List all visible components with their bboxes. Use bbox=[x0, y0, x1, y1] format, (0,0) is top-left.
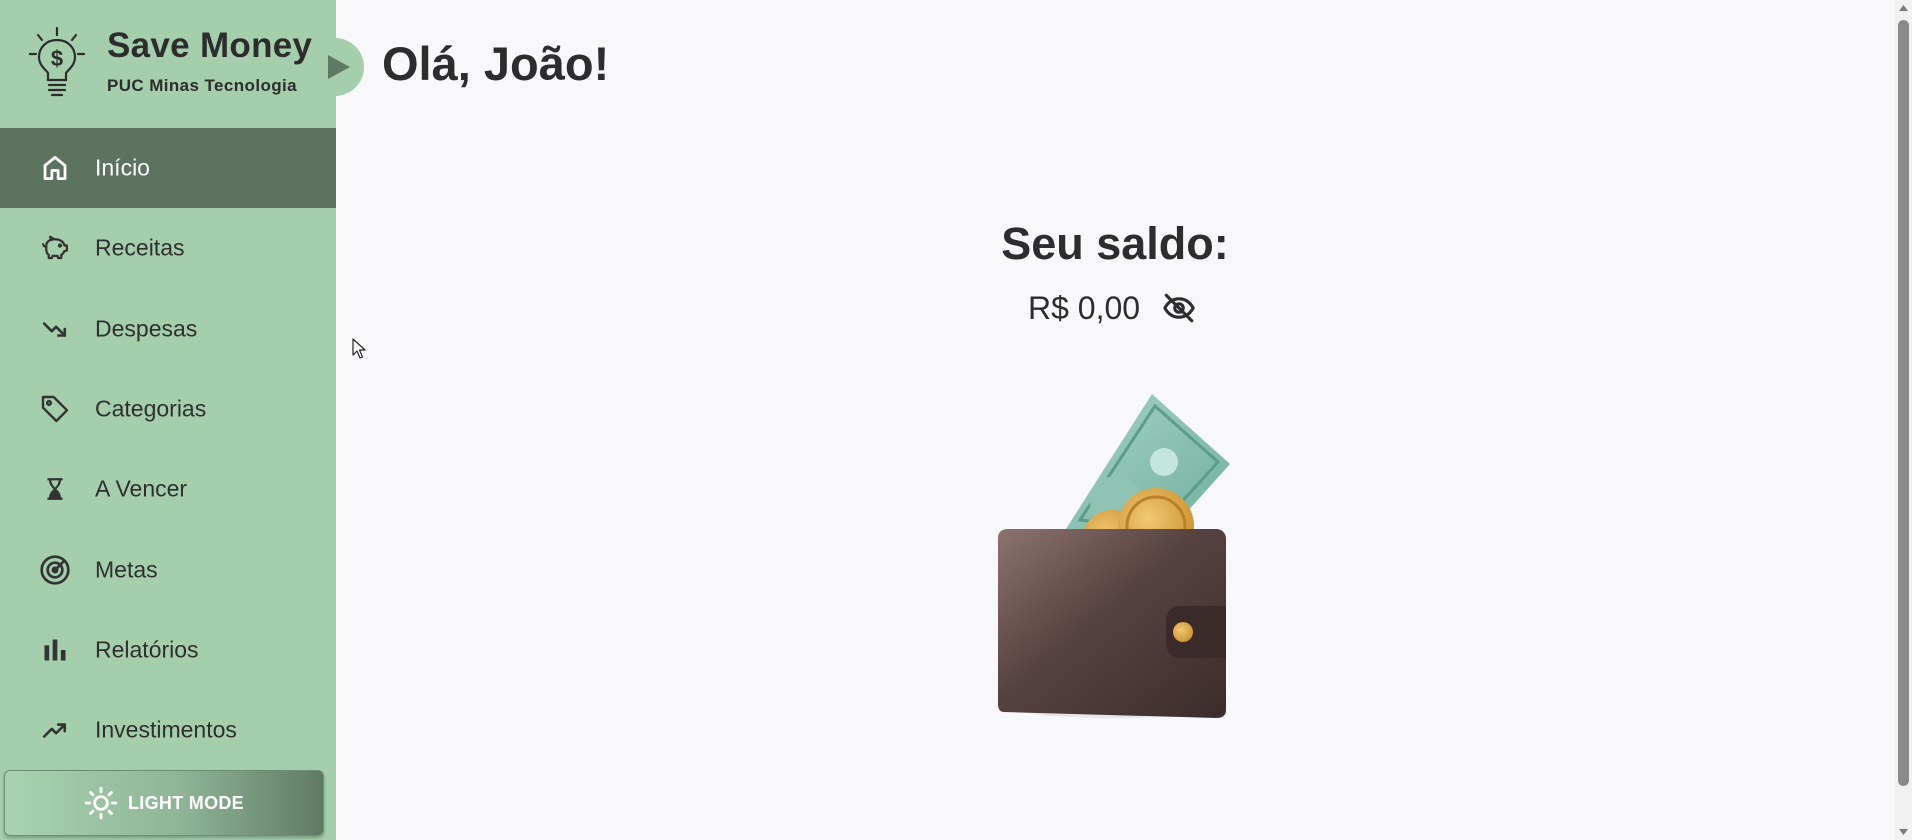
bar-chart-icon bbox=[38, 633, 72, 667]
sidebar-item-label: Metas bbox=[95, 556, 158, 583]
hourglass-icon bbox=[38, 472, 72, 506]
brand-name: Save Money bbox=[107, 26, 313, 65]
sidebar-item-a-vencer[interactable]: A Vencer bbox=[0, 449, 336, 529]
tag-icon bbox=[38, 392, 72, 426]
sidebar-item-investimentos[interactable]: Investimentos bbox=[0, 690, 336, 770]
svg-text:$: $ bbox=[51, 46, 63, 71]
play-arrow-icon bbox=[328, 55, 350, 79]
sidebar-item-label: Início bbox=[95, 154, 150, 181]
sidebar-item-label: Despesas bbox=[95, 315, 198, 342]
sidebar-item-label: A Vencer bbox=[95, 475, 188, 502]
scroll-down-arrow-icon[interactable] bbox=[1895, 823, 1912, 840]
light-mode-label: LIGHT MODE bbox=[128, 792, 244, 813]
sidebar-toggle-button[interactable] bbox=[306, 38, 364, 96]
sun-icon bbox=[84, 786, 118, 820]
sidebar-item-label: Categorias bbox=[95, 395, 207, 422]
sidebar-item-inicio[interactable]: Início bbox=[0, 128, 336, 209]
mouse-cursor-icon bbox=[352, 338, 366, 359]
trending-down-icon bbox=[38, 312, 72, 346]
target-icon bbox=[38, 553, 72, 587]
sidebar-item-label: Relatórios bbox=[95, 636, 199, 663]
brand-header: $ Save Money PUC Minas Tecnologia bbox=[0, 0, 336, 128]
scrollbar-thumb[interactable] bbox=[1898, 20, 1909, 786]
sidebar: $ Save Money PUC Minas Tecnologia Início bbox=[0, 0, 336, 840]
eye-off-icon[interactable] bbox=[1162, 291, 1196, 325]
sidebar-item-despesas[interactable]: Despesas bbox=[0, 289, 336, 369]
sidebar-item-categorias[interactable]: Categorias bbox=[0, 369, 336, 449]
scroll-up-arrow-icon[interactable] bbox=[1895, 0, 1912, 17]
trending-up-icon bbox=[38, 713, 72, 747]
sidebar-item-relatorios[interactable]: Relatórios bbox=[0, 610, 336, 690]
light-mode-button[interactable]: LIGHT MODE bbox=[4, 770, 324, 836]
home-icon bbox=[38, 151, 72, 185]
balance-title: Seu saldo: bbox=[1001, 218, 1229, 269]
wallet-with-money-illustration bbox=[998, 394, 1230, 718]
page-title: Olá, João! bbox=[382, 37, 610, 90]
lightbulb-dollar-icon: $ bbox=[28, 26, 86, 97]
vertical-scrollbar[interactable] bbox=[1895, 0, 1912, 840]
sidebar-item-metas[interactable]: Metas bbox=[0, 529, 336, 609]
balance-row: R$ 0,00 bbox=[1028, 286, 1196, 330]
balance-value: R$ 0,00 bbox=[1028, 289, 1141, 326]
brand-subtitle: PUC Minas Tecnologia bbox=[107, 76, 297, 95]
sidebar-item-label: Investimentos bbox=[95, 716, 237, 743]
